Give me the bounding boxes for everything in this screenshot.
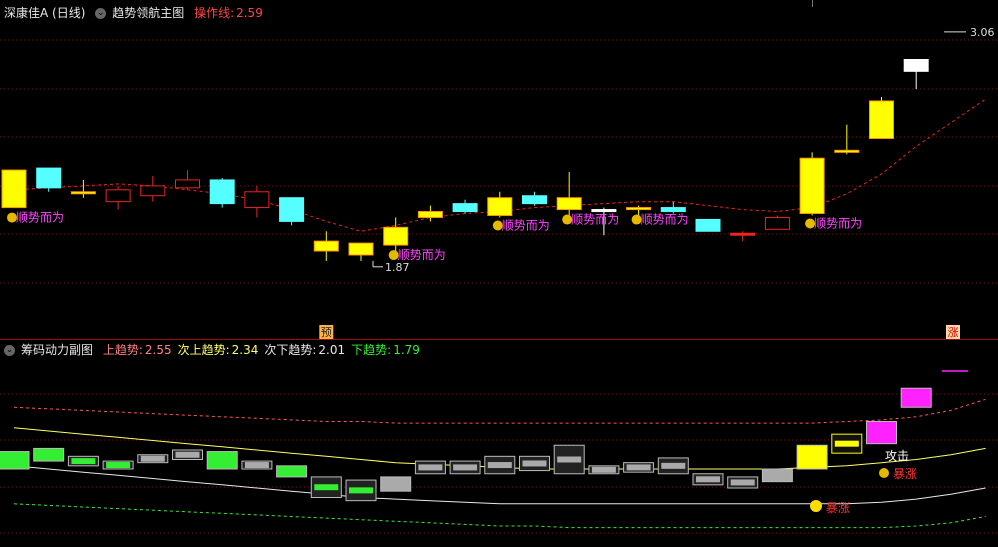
candle-body-11	[383, 226, 409, 246]
signal-label-5: 顺势而为	[814, 217, 862, 231]
legend-value-3: 1.79	[393, 343, 420, 357]
collapse-icon[interactable]: ⌄	[95, 8, 107, 19]
yu-tag-label: 预	[321, 326, 332, 339]
surge-label-2: 暴涨	[826, 500, 850, 515]
legend-value-2: 2.01	[318, 343, 346, 357]
chip-box-inner-3	[106, 462, 131, 469]
signal-label-0: 顺势而为	[16, 211, 64, 225]
candle-body-13	[452, 203, 478, 213]
chip-box-inner-10	[349, 487, 373, 494]
chip-box-inner-15	[522, 460, 547, 467]
kline-chart[interactable]: 3.061.87顺势而为顺势而为顺势而为 顺势而为 顺势而为 顺势而为预 涨攻击暴涨暴涨	[0, 0, 998, 547]
chip-box-inner-12	[418, 464, 443, 471]
candle-body-7	[244, 191, 270, 209]
candle-body-9	[313, 240, 339, 252]
main-header: 深康佳A (日线) ⌄ 趋势领航主图 操作线: 2.59	[4, 6, 269, 20]
sub-header: ⌄ 筹码动力副图 上趋势: 2.55 次上趋势: 2.34 次下趋势: 2.01 下趋势: 1.…	[4, 343, 432, 357]
op-line-value: 2.59	[236, 6, 263, 20]
money-bag-icon	[879, 468, 889, 478]
candle-body-19	[660, 207, 686, 213]
chip-box-inner-18	[626, 464, 651, 471]
legend-label-2: 次下趋势:	[264, 343, 317, 357]
chip-box-inner-5	[175, 451, 200, 458]
chip-box-inner-17	[591, 466, 616, 473]
candle-body-12	[417, 211, 443, 218]
band-line-0	[13, 398, 986, 424]
chip-box-8	[276, 465, 308, 478]
chip-box-23	[796, 444, 828, 470]
chip-box-inner-14	[487, 462, 512, 469]
candle-body-26	[903, 58, 929, 72]
chip-box-1	[33, 447, 65, 462]
chip-box-inner-2	[71, 458, 96, 465]
candle-body-3	[105, 189, 131, 203]
chip-box-25	[866, 421, 897, 445]
signal-label-1: 顺势而为	[398, 248, 446, 262]
legend-label-1: 次上趋势:	[177, 343, 230, 357]
min-price-label: 1.87	[385, 261, 410, 274]
chip-box-inner-16	[557, 456, 582, 463]
sub-indicator-name[interactable]: 筹码动力副图	[21, 343, 93, 357]
chip-box-inner-4	[140, 455, 165, 462]
candle-body-21	[730, 232, 756, 236]
candle-body-25	[869, 100, 894, 139]
surge-label-1: 暴涨	[893, 466, 917, 481]
chip-box-11	[380, 476, 412, 492]
candle-body-1	[36, 167, 62, 189]
candle-body-22	[764, 216, 790, 230]
chip-box-inner-7	[244, 462, 269, 469]
chip-box-inner-24	[834, 440, 859, 447]
chip-box-inner-21	[730, 479, 755, 486]
candle-body-8	[279, 197, 305, 222]
candle-body-5	[175, 179, 200, 189]
candle-body-18	[626, 207, 652, 211]
candle-body-10	[348, 242, 374, 256]
smiley-icon	[810, 500, 822, 512]
signal-label-2: 顺势而为	[502, 218, 550, 232]
chip-box-inner-13	[453, 464, 478, 471]
candle-body-2	[70, 191, 96, 195]
main-indicator-name[interactable]: 趋势领航主图	[112, 6, 184, 20]
collapse-icon[interactable]: ⌄	[4, 345, 15, 356]
attack-label: 攻击	[885, 449, 909, 463]
candle-body-20	[695, 218, 721, 232]
op-line-label: 操作线:	[194, 6, 235, 20]
chip-box-inner-19	[661, 462, 686, 469]
candle-body-15	[522, 195, 547, 205]
candle-body-0	[1, 169, 27, 209]
zhang-tag-label: 涨	[948, 326, 959, 339]
candle-body-23	[799, 157, 825, 215]
chip-box-inner-9	[314, 484, 339, 491]
candle-body-14	[487, 197, 513, 216]
candle-body-24	[834, 149, 860, 153]
chip-box-0	[0, 451, 30, 470]
max-price-label: 3.06	[970, 26, 995, 39]
legend-value-1: 2.34	[231, 343, 259, 357]
chip-box-26	[900, 387, 932, 408]
candle-body-6	[209, 179, 235, 205]
chip-box-6	[206, 451, 238, 470]
pane-divider	[0, 339, 998, 340]
chip-box-inner-20	[696, 476, 720, 483]
legend-label-3: 下趋势:	[351, 343, 392, 357]
legend-label-0: 上趋势:	[102, 343, 143, 357]
candle-body-4	[140, 185, 166, 197]
candle-body-16	[556, 197, 582, 211]
chip-box-22	[761, 468, 793, 483]
signal-label-3: 顺势而为	[571, 213, 619, 227]
right-separator	[812, 0, 813, 7]
legend-value-0: 2.55	[144, 343, 172, 357]
stock-title: 深康佳A (日线)	[4, 6, 86, 20]
candle-body-17	[591, 209, 617, 213]
signal-label-4: 顺势而为	[641, 213, 689, 227]
